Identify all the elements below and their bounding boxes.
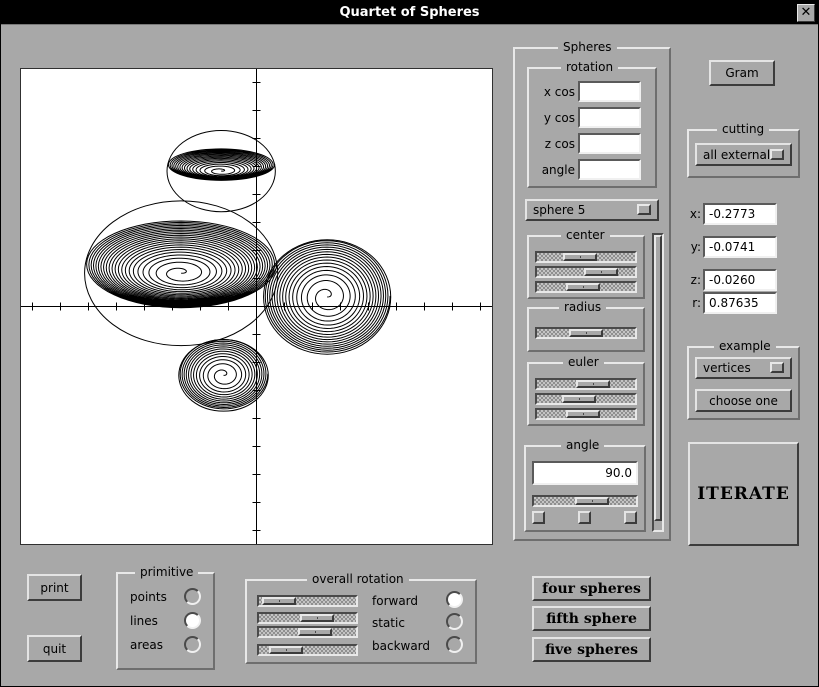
center-group-title: center (561, 228, 610, 242)
quit-button-label: quit (42, 641, 67, 656)
overall-rotation-group-title: overall rotation (307, 572, 409, 586)
title-bar: Quartet of Spheres ✕ (1, 1, 818, 25)
center-y-slider[interactable] (535, 266, 637, 278)
example-group-title: example (714, 339, 776, 353)
radio-overall-backward[interactable] (446, 636, 463, 653)
cutting-value: all external (703, 147, 771, 162)
example-value: vertices (703, 361, 751, 375)
primitive-group-title: primitive (135, 565, 199, 579)
radio-primitive-areas[interactable] (184, 636, 201, 653)
z-coord-label: z: (690, 273, 701, 287)
spheres-panel-scrollbar[interactable] (652, 233, 664, 532)
center-x-slider[interactable] (535, 251, 637, 263)
radius-group-title: radius (559, 300, 607, 314)
euler-psi-slider[interactable] (535, 408, 637, 420)
print-button[interactable]: print (27, 574, 82, 601)
example-dropdown[interactable]: vertices (695, 357, 792, 379)
chevron-down-icon (770, 148, 784, 160)
overall-rotation-slider-4[interactable] (257, 644, 358, 656)
y-coord-label: y: (690, 240, 701, 254)
gram-button-label: Gram (725, 66, 759, 80)
r-coord-value[interactable]: 0.87635 (703, 292, 777, 314)
window-title: Quartet of Spheres (339, 5, 480, 20)
overall-forward-label: forward (372, 594, 419, 608)
fifth-sphere-button[interactable]: fifth sphere (532, 606, 651, 631)
x-coord-label: x: (689, 207, 701, 221)
rotation-angle-label: angle (541, 163, 575, 177)
iterate-button-label: ITERATE (697, 484, 790, 504)
z-cos-label: z cos (544, 137, 575, 151)
x-cos-input[interactable] (578, 81, 641, 102)
sphere-top (166, 130, 276, 213)
sphere-right (263, 239, 392, 355)
x-cos-label: x cos (543, 85, 575, 99)
primitive-areas-label: areas (130, 638, 164, 652)
four-spheres-label: four spheres (542, 580, 641, 597)
sphere-bottom (178, 339, 269, 412)
sphere-scene (21, 69, 492, 544)
spheres-panel-title: Spheres (558, 40, 617, 54)
euler-theta-slider[interactable] (535, 393, 637, 405)
radio-primitive-points[interactable] (184, 588, 201, 605)
y-cos-input[interactable] (578, 107, 641, 128)
close-icon[interactable]: ✕ (797, 4, 815, 22)
sphere-left-large (84, 200, 279, 347)
choose-one-button[interactable]: choose one (695, 389, 792, 412)
cutting-dropdown[interactable]: all external (695, 143, 792, 166)
chevron-down-icon (770, 362, 784, 373)
choose-one-label: choose one (709, 393, 778, 408)
overall-rotation-slider-2[interactable] (257, 612, 358, 624)
overall-rotation-slider-1[interactable] (257, 595, 358, 607)
x-coord-value[interactable]: -0.2773 (703, 203, 777, 225)
sphere-select-dropdown[interactable]: sphere 5 (525, 199, 659, 221)
z-coord-value[interactable]: -0.0260 (703, 269, 777, 291)
application-window: Quartet of Spheres ✕ Spheres rotation x … (0, 0, 819, 687)
sphere-select-value: sphere 5 (533, 203, 586, 217)
overall-rotation-slider-3[interactable] (257, 626, 358, 638)
scrollbar-thumb (654, 235, 662, 521)
angle-value-input[interactable]: 90.0 (532, 461, 638, 485)
rotation-group-title: rotation (561, 60, 619, 74)
rotation-angle-input[interactable] (578, 159, 641, 180)
radio-primitive-lines[interactable] (184, 612, 201, 629)
euler-phi-slider[interactable] (535, 378, 637, 390)
angle-step-right-button[interactable] (624, 511, 637, 524)
angle-step-mid-button[interactable] (578, 511, 591, 524)
y-coord-value[interactable]: -0.0741 (703, 236, 777, 258)
print-button-label: print (40, 580, 69, 595)
cutting-group-title: cutting (717, 122, 770, 136)
overall-static-label: static (372, 616, 405, 630)
angle-step-left-button[interactable] (532, 511, 545, 524)
center-z-slider[interactable] (535, 281, 637, 293)
quit-button[interactable]: quit (27, 635, 82, 662)
primitive-points-label: points (130, 590, 167, 604)
z-cos-input[interactable] (578, 133, 641, 154)
gram-button[interactable]: Gram (709, 60, 775, 86)
angle-slider[interactable] (532, 495, 638, 507)
iterate-button[interactable]: ITERATE (688, 442, 799, 546)
fifth-sphere-label: fifth sphere (546, 610, 637, 627)
euler-group-title: euler (563, 355, 604, 369)
radius-slider[interactable] (535, 327, 637, 339)
five-spheres-button[interactable]: five spheres (532, 637, 651, 662)
r-coord-label: r: (692, 296, 701, 310)
radio-overall-static[interactable] (446, 613, 463, 630)
chevron-down-icon (637, 204, 651, 215)
primitive-lines-label: lines (130, 614, 158, 628)
five-spheres-label: five spheres (544, 641, 639, 658)
sphere-viewport[interactable] (20, 68, 493, 545)
angle-group-title: angle (561, 438, 605, 452)
radio-overall-forward[interactable] (446, 591, 463, 608)
four-spheres-button[interactable]: four spheres (532, 576, 651, 601)
overall-backward-label: backward (372, 639, 431, 653)
y-cos-label: y cos (543, 111, 575, 125)
